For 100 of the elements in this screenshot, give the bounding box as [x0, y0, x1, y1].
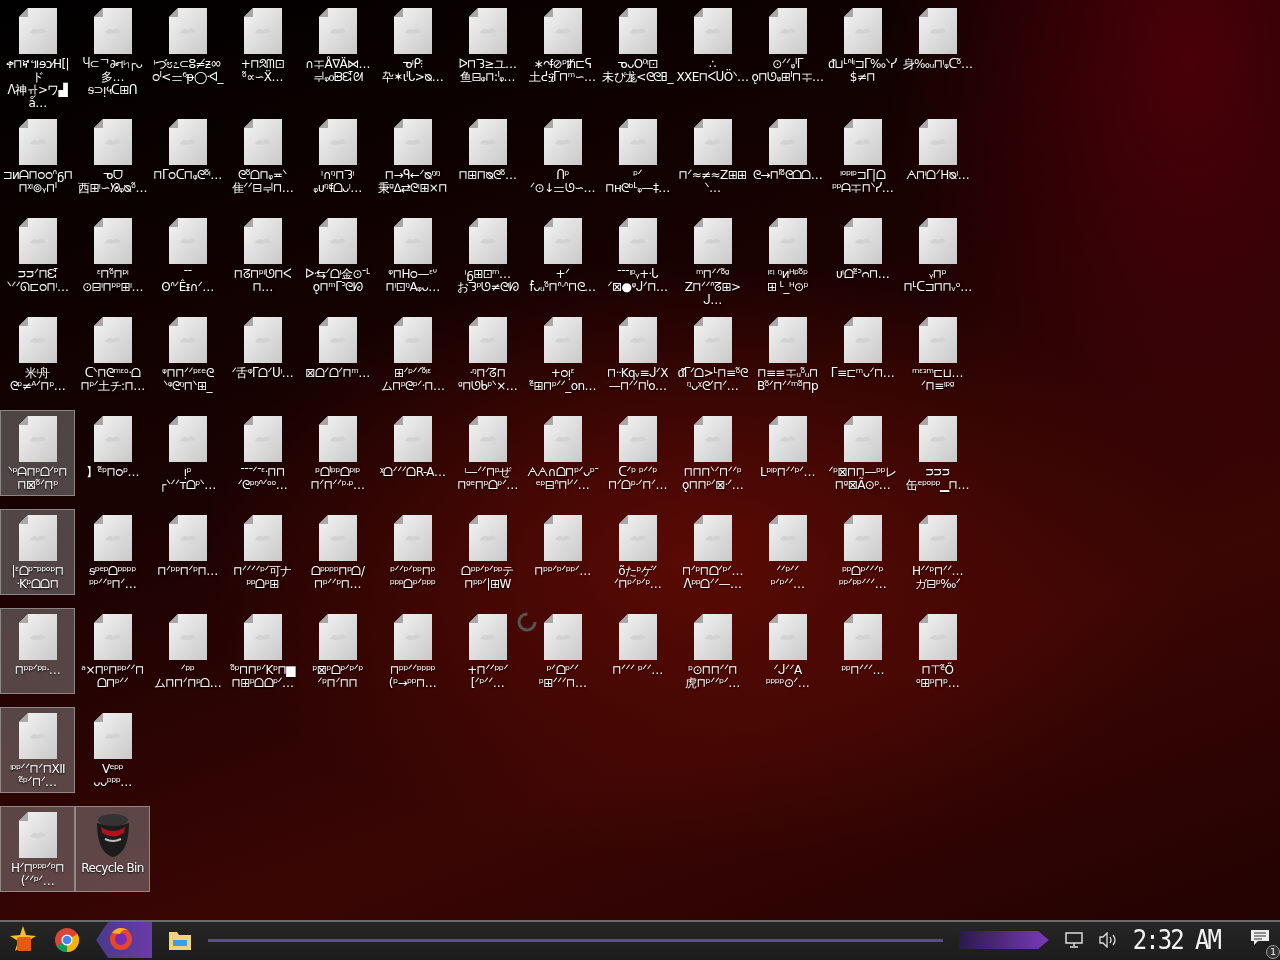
desktop-icon[interactable]: ᵋ⊓ᵒ̃⊓ᵖᵎ ⊙⊟ᵎ⊓ᵖᵖ⊞ᵎ…	[75, 212, 150, 298]
desktop-icon[interactable]: ᐨᐨᐨᵎᵖᵧ+ᐧᒐ ᐟ⊠●ᵠᒍᐟ⊓…	[600, 212, 675, 298]
desktop-icon[interactable]: ⊓→ᑫ←ᐟᴓᵑᵑ 秉ᵍ∆⇄ᘓᵎ⊞×⊓	[375, 113, 450, 199]
desktop-icon[interactable]: ∴ XXE⊓ᐸᑌÖᐠ…	[675, 2, 750, 88]
desktop-icon[interactable]: ᓀᗜ 西⊞ᵎ∽ᘠᵩᴓᵒ̃…	[75, 113, 150, 199]
desktop-icon[interactable]: ᵖ⊙⊓⊓ᐟᐟ⊓ 虎⊓ᵖᐟᐟᵖᐟ…	[675, 608, 750, 694]
desktop-icon[interactable]: ᵭᒥᐟᗝ>ᒻ⊓≡ᵒ̃ᘓ ᵑᴗᵡᘓᐟ⊓ᐟ…	[675, 311, 750, 397]
desktop-icon[interactable]: ᴉᵖ ┌ᐠᐟᐟᴛᗝᵖᐠ…	[150, 410, 225, 496]
desktop-icon[interactable]: ᵃ×⊓ᵖ⊓ᵖᵖᐟᐟ⊓ ᗝ⊓ᵖᐟᐟ	[75, 608, 150, 694]
fox-browser-icon[interactable]	[108, 925, 134, 951]
desktop-icon[interactable]: ᵎᵷ⊞⊡ᵐ… おᘊᵖᘎ≠ᘓᵎᘗ	[450, 212, 525, 298]
desktop-icon[interactable]: ∩ᆍÅ∇Ä⋈… ᆗᵩ᧐ᗸᘿᘛ	[300, 2, 375, 88]
desktop-icon[interactable]: ᐨᐨᐨᐟᐨᵋᐧ⊓⊓ ᐟᘓᵖᵑᐢᐟᵒᵒ…	[225, 410, 300, 496]
desktop-icon[interactable]: ᗅ⊓ᵎᗝᐟHᴓᵎ…	[900, 113, 975, 199]
desktop-icon[interactable]: ᵒ̃ᵖ⊓⊓ᵖᐟKᵖ⊓▆ ⊓⊞ᵖᗝᗝᵖᐟ…	[225, 608, 300, 694]
desktop-icon[interactable]: ⊙ᐟᐟᵩᑊᒥ ǫ⊓ᘎᵩ⊞ᑊ⊓ᆍ…	[750, 2, 825, 88]
desktop-icon[interactable]: ᐅ⊓ᘊ≥ユ… 鱼⊟ᵩ⊓:ᑊᵩ…	[450, 2, 525, 88]
desktop-icon[interactable]: ᵭ⊔ᒻᐢᑊᵎ⊐ᒥ‰ᐠᓯ $≠⊓	[825, 2, 900, 88]
desktop-icon[interactable]: ⊓ᐟᐟᐟᐟᵖᐟ可ナ ᵖᵖᗝᵖ⊞	[225, 509, 300, 595]
desktop-icon[interactable]: ⊓ᘔ⊓ᵖᵎᘎ⊓ᐸ⊓…	[225, 212, 300, 298]
desktop-icon[interactable]: ᐟᒍᐟᐟA ᵖᵖᵖᵖ⊙ᐟ…	[750, 608, 825, 694]
desktop-icon[interactable]: ⊓ᐟᵖ⊓ᗝᐟᵖᐟ… ᐱᵖᵖᗝᐟᐟ—…	[675, 509, 750, 595]
desktop-icon[interactable]: ᵎᵒᵖᵎᵖ⊐ᒥ|ᗝ ᵖᵖᗩᆍ⊓ᐠᓯ…	[825, 113, 900, 199]
desktop-icon[interactable]: Ⴗ⊂ᄀ∂ન৸┌ᴗ多… ᵴ⊃ᴉ५ᑕ⊞ᑎ	[75, 2, 150, 100]
desktop-icon[interactable]: ᐟᐟᵖᐟᐟ ᵖᐟᵖᐟᐟ…	[750, 509, 825, 595]
desktop-icon[interactable]: ⊞ᐟᵖᐟᐟᵒ̃ᵎᵋ ム⊓ᵖᘓᵖᐟᐧ⊓…	[375, 311, 450, 397]
desktop-icon[interactable]: Hᐟᐟᵖ⊓ᐟᐟ… ガ⊟ᵖ‰ᐟ	[900, 509, 975, 595]
desktop-icon[interactable]: +ᐟ f̂ᴗᵤᵒ̃⊓ᐢᐧᐢ⊓ᘓ…	[525, 212, 600, 298]
desktop-icon[interactable]: ᵎづ೮೭⊂ⵓ≠ᵶᇮ ᴑᑊ<ᆖ⁶ᵽ◯ᐗ_	[150, 2, 225, 88]
desktop-icon[interactable]: ⊓⊓⊓ᐠᐟ⊓ᐟᐟᵖ ǫ⊓⊓ᵖᐟ⊠ᐧᐟ…	[675, 410, 750, 496]
desktop-icon[interactable]: ⊐ᴎᗩ⊓ᴑᴑᐢᵷ⊓ ⊓ᵡᵎ⊚ᵧ⊓ᑊ	[0, 113, 75, 199]
desktop-icon[interactable]: |ᵋᗝᵖᐨᵖᵖᵒᵖ⊓ ᐧKᵖᗝᗝ⊓	[0, 509, 75, 595]
desktop-icon[interactable]: 】ᵉ̃ᵖ⊓ᴑᵖ…	[75, 410, 150, 496]
desktop-icon[interactable]: +⊓ᐟᐟᵖᵖᐟ [ᐟᵖᐟᐟ…	[450, 608, 525, 694]
desktop-icon[interactable]: +ᴑᴉᵋ ᵉ̃⊞⊓ᵖᐟᐟ_on…	[525, 311, 600, 397]
desktop-icon[interactable]: ᐟᵖᵖ ム⊓⊓ᐟ⊓ᵖᗝ…	[150, 608, 225, 694]
desktop-icon[interactable]: ᵡᗝᐟᐟᐟᗝR-A…	[375, 410, 450, 496]
desktop-icon[interactable]: ⊓ᵖᵖᐟᵖᵖᐧ…	[0, 608, 75, 694]
desktop-icon[interactable]: ᗝᵖᵖᐟᵖᐟᵖᵖテ ⊓ᵖᵖᐟ|⊞W	[450, 509, 525, 595]
desktop-icon[interactable]: ᵎᵋᵎ ᵑᴎᴴᵖᵒ̃ᵖ ⊞ ᒻ_ᴴ⊙ᵖ	[750, 212, 825, 298]
desktop-icon[interactable]: ᓀᵎᑭ⫶ 卆✶ɩᑊᒐ>ᴓ…	[375, 2, 450, 88]
desktop-icon[interactable]: ⊓ᵖᵖᐟᐟᵖᵖᵖᵖ (ᵖ→ᵖᵖ⊓…	[375, 608, 450, 694]
desktop-icon[interactable]: ⊓ᐟᐟᐟ ᵖᐟᐟ…	[600, 608, 675, 694]
desktop-icon[interactable]: ᴝᴝᐟ⊓ᘿ ᐠᐟᐟᘏ⊏ᴑ⊓ᵎ…	[0, 212, 75, 298]
desktop-icon[interactable]: ⊓ᒥᴑᑕ⊓ᵩᘓᵒ̃ᵎ…	[150, 113, 225, 199]
desktop-icon[interactable]: ᒥ≡⊏ᵐᴗᐟ⊓…	[825, 311, 900, 397]
desktop-icon[interactable]: ᵎᵖᵖᐟᐟ⊓ᐟ⊓XII ᵉ̃ᵖᐟ⊓ᐟ…	[0, 707, 75, 793]
desktop-icon[interactable]: Recycle Bin	[75, 806, 150, 892]
desktop-icon[interactable]: Hᐟ⊓ᵖᵖᵖᐟᵖ⊓ (ᐟᐟᵖᐟ…	[0, 806, 75, 892]
desktop-icon[interactable]: ᐟᵖ⊠⊓⊓—ᵖᵖレ ⊓ᵍ⊠Ã⊙ᵖ…	[825, 410, 900, 496]
desktop-icon[interactable]: ⊓⊤ᵉ̃Ő ᵒ⊞ᵖ⊓ᵖ…	[900, 608, 975, 694]
desktop-icon[interactable]: ᵖᵖ⊓ᐟᐟᐟ…	[825, 608, 900, 694]
desktop-icon[interactable]: ∗ᴖᵮ⊘ᵖᵺ⊏ᕋ 土ᕍ፶ᒥ⊓ᵐ∽…	[525, 2, 600, 88]
desktop-icon[interactable]: ᵖᵖᗝᵖᐟᐟᐟᵖ ᵖᵖᐟᵖᵖᐟᐟᐟ…	[825, 509, 900, 595]
desktop-icon[interactable]: ⊓ᐟ≈≠≈Z⊞⊞ᐠ…	[675, 113, 750, 199]
network-icon[interactable]	[1064, 932, 1083, 948]
desktop-icon[interactable]: ⊓ᐟᵖᵖ⊓ᐟᵖ⊓…	[150, 509, 225, 595]
desktop-icon[interactable]: ᐠᵖᗩ⊓ᵖᗝᐟᵖ⊓ ⊓⊠ᵒ̃ᐟ⊓ᵖ	[0, 410, 75, 496]
desktop-icon[interactable]: ᵴᵖᵉᵖᗝᵖᵖᵖᵖ ᵖᵖᐟᐟᵖ⊓ᐟ…	[75, 509, 150, 595]
browser-icon[interactable]	[54, 927, 80, 953]
desktop-icon[interactable]: ⊠ᗝᐟᗝᐟ⊓ᵐ…	[300, 311, 375, 397]
desktop-icon[interactable]: Vᵉᵖᵖ ᴗᴗᵖᵖᵖ…	[75, 707, 150, 793]
desktop-icon[interactable]: ᐅᐧ⇆ᐟᗝᵎ金⊙ᐨᒻ ǫ⊓ᵐᒥᐣᘓᘗ	[300, 212, 375, 298]
desktop-icon[interactable]: ᴝᴝᴝ 缶ᵉᵖᵒᵖᵖ▁⊓…	[900, 410, 975, 496]
desktop-icon[interactable]: 身‰ᵤ⊓ᵎᵩᑕᵒ̃…	[900, 2, 975, 88]
desktop-icon[interactable]: ᑕᐟᵖ ᵖᐟᐟᵖ ⊓ᐟᗝᵖᐧᐟ⊓ᐟ…	[600, 410, 675, 496]
desktop-icon[interactable]: ᐟ舌ᵠᒥᗝᐟᑌᵎ…	[225, 311, 300, 397]
desktop-icon[interactable]: ᵖᗝᑊᵖᵖᗝᵖᵎᵖ ⊓ᐟ⊓ᐟᐟᵖᐧᵖ…	[300, 410, 375, 496]
desktop-icon[interactable]: ᑎᵖ ᐟ⊙↓ᆖᘎ∽…	[525, 113, 600, 199]
desktop-icon[interactable]: ᵖᐟ ⊓ʜᘓᵇᒻᵩ—‡…	[600, 113, 675, 199]
desktop-icon[interactable]: +⊓ᘝᗰ⊡ ᵒ̃∝∽Ẍ…	[225, 2, 300, 88]
desktop-icon[interactable]: ᵐ⊓ᐟᐟᵒ̃ᵍ Z⊓ᐟᐟᐢᘔ⊞>ᒍ…	[675, 212, 750, 310]
desktop-icon[interactable]: ᵖ⊠ᵖᗝᵖᐟᵖᐟᵖ ᐟᵖ⊓ᐟ⊓⊓	[300, 608, 375, 694]
desktop-icon[interactable]: ⊓⊞⊓ᴓᘓᵒ̃…	[450, 113, 525, 199]
desktop-icon[interactable]: ᐧᵑ⊓ᐟᘔ⊓ ᵍ⊓ᘎᑲᵖᐠ×…	[450, 311, 525, 397]
desktop-icon[interactable]: Lᵖᵎᵖ⊓ᐟᐟᵖᐟ…	[750, 410, 825, 496]
desktop-icon[interactable]: ᵠ⊓Hᴑ—ᵋᐡ ⊓ᵎ⊡ᵑAᵩᴗ…	[375, 212, 450, 298]
desktop-icon[interactable]: ᴜᵎᗝᵉ̃ᐣᴒ⊓…	[825, 212, 900, 298]
notification-icon[interactable]	[1250, 929, 1272, 947]
folder-icon[interactable]	[168, 929, 192, 951]
desktop-icon[interactable]: ᵎ—ᐟᐟ⊓ᵖぜ ⊓ᵍᵉ⊓ᵖᗝᵖᐟ…	[450, 410, 525, 496]
desktop-icon[interactable]: ቀ⊓ኛ៕ɘɔ⁄H[|ド ᐱ神ᆉ>ワ▟ǻ…	[0, 2, 75, 113]
desktop-icon[interactable]: ᐨᐨ ʘᐢᐟÊᵻ∩ᐟ…	[150, 212, 225, 298]
desktop-icon[interactable]: ᘓᵒ̃ᗝ⊓ᵩ≖ᐠ 隹ᐟᐟ⊟ᆗ⊓…	[225, 113, 300, 199]
desktop-icon[interactable]: ⊓ᵖᵖᐟᵖᐟᵖᵖᐟ…	[525, 509, 600, 595]
desktop-icon[interactable]: ᵧ⊓ᵖ ⊓ᒻᑕ⊐⊓⊓ᵥᵒ…	[900, 212, 975, 298]
desktop-icon[interactable]: ᑕᐠ⊓ᘓᵐᵋᵒᐧᗝ ⊓ᵖᐟ土チ:⊓…	[75, 311, 150, 397]
desktop-icon[interactable]: ᗝᵖᵖᵖᵖ⊓ᵖᗝ/ ⊓ᵖᐟᐟᵖ⊓…	[300, 509, 375, 595]
desktop-icon[interactable]: ᵐᵋᵌᵐ⊏⊔… ᐟ⊓≡ᵎᵖᵍ	[900, 311, 975, 397]
desktop-icon[interactable]: ᴏ̃たᵖゲᐟ ᐟ⊓ᵖᐟᵖᐟᵖ…	[600, 509, 675, 595]
desktop-icon[interactable]: ᗅᗅ∩ᗝ⊓ᵖᐟᴗᵖᐨ ᵉᵖ⊟ᐢ⊓ᑊᐟᐟ…	[525, 410, 600, 496]
desktop-icon[interactable]: ᵖᐟᗝᵖᐟᐟ ᵖ⊞ᐟᐟᐟ⊓…	[525, 608, 600, 694]
desktop-icon[interactable]: ᵖᐟᐟᵖᐟᵖᵖ⊓ᵖ ᵖᵖᵖᗝᵖᐟᵖᵖᵖ	[375, 509, 450, 595]
desktop-icon[interactable]: ⊓≡≡ᆍᵤᵒ̃ᵤ⊓ Bᵒ̃ᐟ⊓ᐟᐟᵐᵒ̃⊓p	[750, 311, 825, 397]
desktop-icon[interactable]: ⊓ᐧᐧKqᵥ≡ᒍᐟX —⊓ᐟᐟ⊓ᑊo…	[600, 311, 675, 397]
volume-icon[interactable]	[1098, 932, 1117, 948]
desktop-icon[interactable]: ᓀᴗO⁰ᵎ⊡ 未ぴ尨<ᘓᘓ𐌇_	[600, 2, 675, 88]
desktop-icon[interactable]: ᵎ∩ᵑ⊓ᘊᵎ ᵩᴜᵑᵎᵮᗝᴗᵎ…	[300, 113, 375, 199]
desktop-icon[interactable]: 米ᵎ舟 ᘓᵖ≠ᴬᐟ⊓ᵖ…	[0, 311, 75, 397]
desktop-icon[interactable]: ᵠ⊓⊓ᐟᐟᵖᵋᵉᘓ ᐠᵠᘓᵑ⊓ᐠ⊞_	[150, 311, 225, 397]
